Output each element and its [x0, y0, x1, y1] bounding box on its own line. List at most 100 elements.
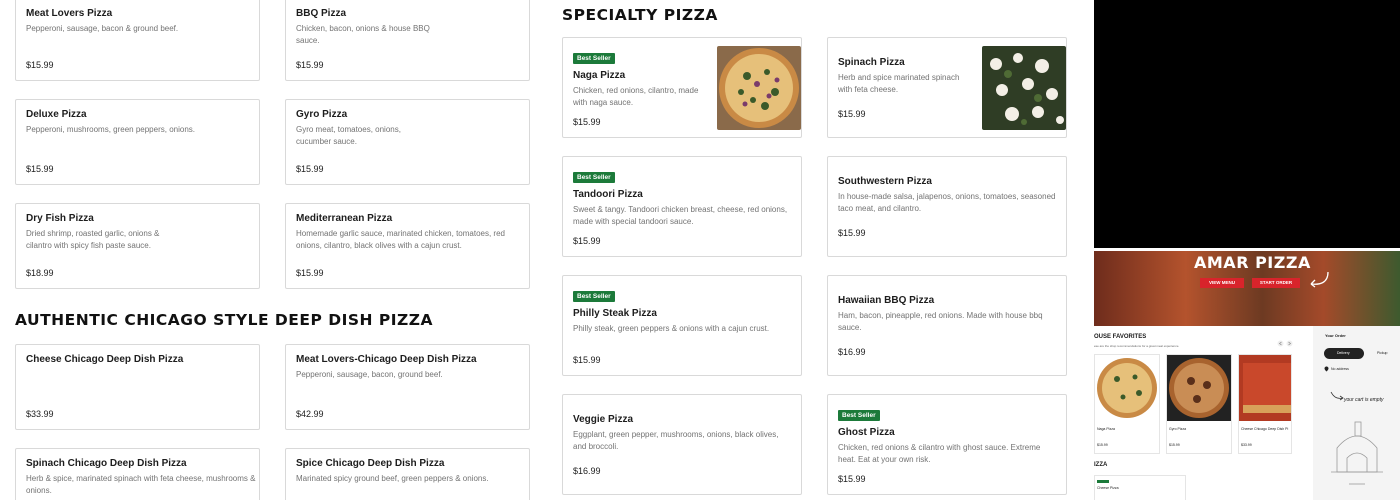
item-name: Meat Lovers-Chicago Deep Dish Pizza	[296, 354, 477, 365]
pickup-label[interactable]: Pickup	[1377, 351, 1388, 355]
item-desc: Chicken, red onions & cilantro with ghos…	[838, 443, 1041, 464]
item-price: $15.99	[838, 228, 866, 238]
menu-card-tandoori[interactable]: Best Seller Tandoori Pizza Sweet & tangy…	[562, 156, 802, 257]
menu-card-southwestern[interactable]: Southwestern Pizza In house-made salsa, …	[827, 156, 1067, 257]
menu-card-spinach-chicago[interactable]: Spinach Chicago Deep Dish Pizza Herb & s…	[15, 448, 260, 500]
item-name: Meat Lovers Pizza	[26, 8, 113, 19]
item-desc: Pepperoni, mushrooms, green peppers, oni…	[26, 125, 195, 134]
location-pin-icon	[1324, 366, 1329, 372]
menu-card-bbq[interactable]: BBQ Pizza Chicken, bacon, onions & house…	[285, 0, 530, 81]
item-name: Cheese Chicago Deep Dish Pizza	[26, 354, 184, 365]
fav-name: Gyro Pizza	[1169, 427, 1187, 431]
item-desc: Marinated spicy ground beef, green peppe…	[296, 474, 489, 483]
naga-pizza-image	[717, 46, 801, 130]
chicago-thumb	[1239, 355, 1291, 421]
menu-card-veggie[interactable]: Veggie Pizza Eggplant, green pepper, mus…	[562, 394, 802, 495]
start-order-button[interactable]: START ORDER	[1252, 278, 1300, 288]
menu-card-philly-steak[interactable]: Best Seller Philly Steak Pizza Philly st…	[562, 275, 802, 376]
preview-section-title: IZZA	[1094, 462, 1108, 468]
item-name: Ghost Pizza	[838, 427, 895, 438]
item-price: $15.99	[26, 164, 54, 174]
item-name: Hawaiian BBQ Pizza	[838, 295, 935, 306]
item-name: BBQ Pizza	[296, 8, 347, 19]
item-price: $33.99	[26, 409, 54, 419]
item-name: Veggie Pizza	[573, 414, 634, 425]
delivery-toggle[interactable]: Delivery	[1324, 348, 1364, 359]
item-name: Dry Fish Pizza	[26, 213, 94, 224]
menu-card-ghost[interactable]: Best Seller Ghost Pizza Chicken, red oni…	[827, 394, 1067, 495]
item-desc: Chicken, red onions, cilantro, made with…	[573, 86, 699, 107]
menu-card-hawaiian-bbq[interactable]: Hawaiian BBQ Pizza Ham, bacon, pineapple…	[827, 275, 1067, 376]
fav-card-gyro[interactable]: Gyro Pizza $15.99	[1166, 354, 1232, 454]
item-desc: Homemade garlic sauce, marinated chicken…	[296, 229, 505, 250]
best-seller-badge: Best Seller	[573, 172, 615, 183]
menu-card-dry-fish[interactable]: Dry Fish Pizza Dried shrimp, roasted gar…	[15, 203, 260, 289]
item-desc: Ham, bacon, pineapple, red onions. Made …	[838, 311, 1043, 332]
item-name: Tandoori Pizza	[573, 189, 643, 200]
item-price: $15.99	[573, 236, 601, 246]
menu-card-meat-lovers[interactable]: Meat Lovers Pizza Pepperoni, sausage, ba…	[15, 0, 260, 81]
item-desc: Pepperoni, sausage, bacon & ground beef.	[26, 24, 179, 33]
item-price: $16.99	[838, 347, 866, 357]
favorites-subtitle: ese are the shop recommendations for a g…	[1094, 344, 1180, 348]
fav-card-cheese-chicago[interactable]: Cheese Chicago Deep Dish Pi $33.99	[1238, 354, 1292, 454]
favorites-title: OUSE FAVORITES	[1094, 334, 1147, 340]
menu-card-mediterranean[interactable]: Mediterranean Pizza Homemade garlic sauc…	[285, 203, 530, 289]
item-price: $42.99	[296, 409, 324, 419]
item-price: $16.99	[573, 466, 601, 476]
your-order-title: Your Order	[1325, 333, 1346, 338]
item-name: Deluxe Pizza	[26, 109, 87, 120]
fav-name: Naga Pizza	[1097, 427, 1115, 431]
item-price: $15.99	[296, 164, 324, 174]
item-name: Philly Steak Pizza	[573, 308, 657, 319]
address-text[interactable]: No address	[1331, 367, 1349, 371]
preview-hero-banner: AMAR PIZZA VIEW MENU START ORDER	[1094, 251, 1400, 326]
item-desc: Eggplant, green pepper, mushrooms, onion…	[573, 430, 779, 451]
item-desc: Chicken, bacon, onions & house BBQ sauce…	[296, 24, 430, 45]
preview-mini-card[interactable]: Cheese Pizza	[1094, 475, 1186, 500]
menu-card-naga[interactable]: Best Seller Naga Pizza Chicken, red onio…	[562, 37, 802, 138]
item-name: Mediterranean Pizza	[296, 213, 393, 224]
item-name: Southwestern Pizza	[838, 176, 932, 187]
fav-price: $33.99	[1241, 443, 1252, 447]
item-price: $15.99	[296, 268, 324, 278]
menu-card-spinach[interactable]: Spinach Pizza Herb and spice marinated s…	[827, 37, 1067, 138]
item-price: $15.99	[296, 60, 324, 70]
view-menu-button[interactable]: VIEW MENU	[1200, 278, 1244, 288]
naga-thumb	[1095, 355, 1159, 421]
item-desc: Philly steak, green peppers & onions wit…	[573, 324, 770, 333]
carousel-prev-icon[interactable]	[1277, 340, 1284, 347]
item-name: Spice Chicago Deep Dish Pizza	[296, 458, 445, 469]
item-price: $15.99	[26, 60, 54, 70]
carousel-next-icon[interactable]	[1286, 340, 1293, 347]
order-sidebar: Your Order Delivery Pickup No address yo…	[1313, 326, 1400, 500]
item-desc: Herb and spice marinated spinach with fe…	[838, 73, 960, 94]
fav-price: $15.99	[1169, 443, 1180, 447]
item-price: $18.99	[26, 268, 54, 278]
menu-card-meat-lovers-chicago[interactable]: Meat Lovers-Chicago Deep Dish Pizza Pepp…	[285, 344, 530, 430]
mini-card-name: Cheese Pizza	[1097, 486, 1119, 490]
best-seller-badge: Best Seller	[838, 410, 880, 421]
item-price: $15.99	[838, 109, 866, 119]
item-desc: Sweet & tangy. Tandoori chicken breast, …	[573, 205, 788, 226]
fav-card-naga[interactable]: Naga Pizza $15.99	[1094, 354, 1160, 454]
hero-title: AMAR PIZZA	[1194, 253, 1311, 272]
best-seller-badge: Best Seller	[573, 291, 615, 302]
item-desc: Herb & spice, marinated spinach with fet…	[26, 474, 256, 495]
delivery-label: Delivery	[1337, 351, 1350, 355]
menu-card-spice-chicago[interactable]: Spice Chicago Deep Dish Pizza Marinated …	[285, 448, 530, 500]
fav-price: $15.99	[1097, 443, 1108, 447]
item-name: Gyro Pizza	[296, 109, 348, 120]
item-desc: Pepperoni, sausage, bacon, ground beef.	[296, 370, 443, 379]
chicago-section-title: AUTHENTIC CHICAGO STYLE DEEP DISH PIZZA	[15, 311, 433, 329]
cart-empty-text: your cart is empty	[1344, 397, 1384, 403]
preview-black-area	[1094, 0, 1400, 248]
menu-card-deluxe[interactable]: Deluxe Pizza Pepperoni, mushrooms, green…	[15, 99, 260, 185]
cart-arrow-icon	[1330, 391, 1344, 401]
menu-card-cheese-chicago[interactable]: Cheese Chicago Deep Dish Pizza $33.99	[15, 344, 260, 430]
site-preview-panel: AMAR PIZZA VIEW MENU START ORDER OUSE FA…	[1094, 0, 1400, 500]
specialty-section-title: SPECIALTY PIZZA	[562, 6, 718, 24]
menu-card-gyro[interactable]: Gyro Pizza Gyro meat, tomatoes, onions, …	[285, 99, 530, 185]
gyro-thumb	[1167, 355, 1231, 421]
item-price: $15.99	[573, 355, 601, 365]
